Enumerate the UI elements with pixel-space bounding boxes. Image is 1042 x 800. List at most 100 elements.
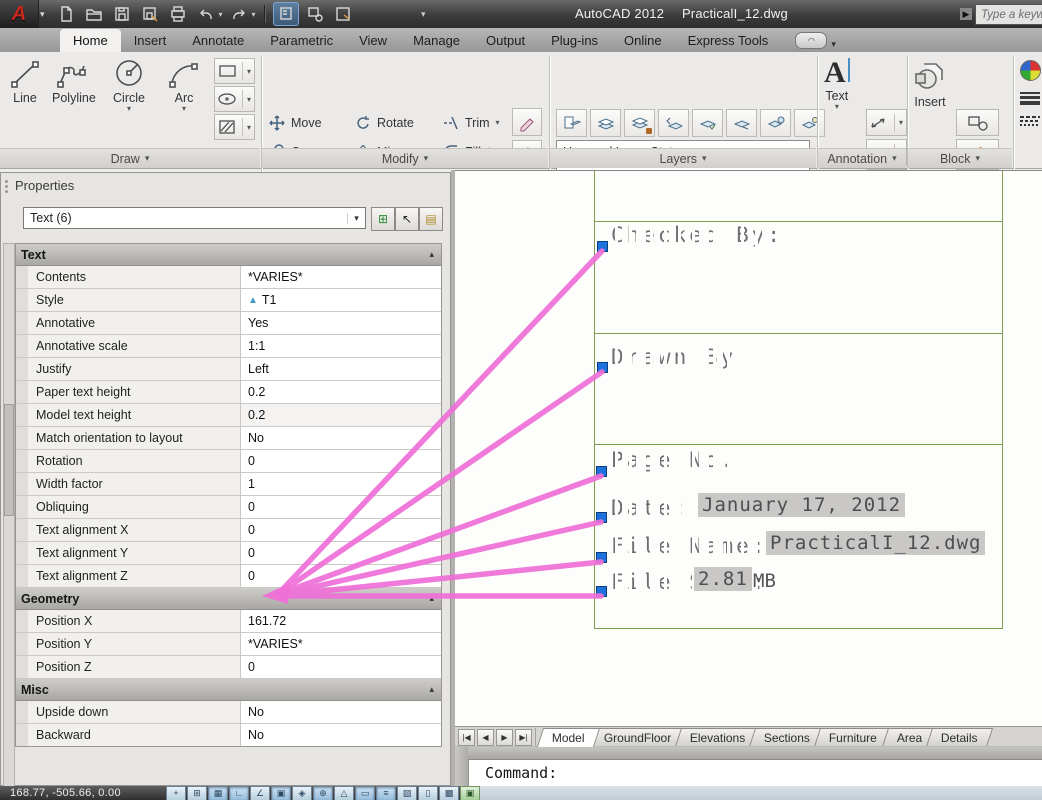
grid-display-toggle[interactable]: ▦ [208, 786, 228, 800]
arc-dropdown-caret-icon[interactable]: ▾ [182, 105, 186, 113]
drawing-area[interactable]: Checked By: Drawn By: Page No.: Date: Ja… [455, 170, 1042, 727]
file-name-label-text[interactable]: File Name: [611, 534, 767, 558]
tab-annotate[interactable]: Annotate [179, 29, 257, 52]
move-button[interactable]: Move [268, 114, 354, 132]
annotation-panel-label[interactable]: Annotation ▾ [818, 148, 906, 168]
lineweight-toggle[interactable]: ≡ [376, 786, 396, 800]
trim-caret-icon[interactable]: ▾ [496, 118, 500, 127]
date-label-text[interactable]: Date: [611, 496, 689, 520]
3d-object-snap-toggle[interactable]: ◈ [292, 786, 312, 800]
redo-button[interactable] [227, 3, 251, 25]
quick-properties-toggle[interactable]: ▯ [418, 786, 438, 800]
select-objects-button[interactable]: ↖ [395, 207, 419, 231]
prev-layout-button[interactable]: ◀ [477, 729, 494, 746]
page-no-text[interactable]: Page No.: [611, 448, 752, 472]
ribbon-minimize-button[interactable]: ◠ [795, 32, 828, 49]
application-menu-button[interactable]: A [0, 0, 39, 28]
palette-grip[interactable] [5, 180, 8, 193]
section-header-misc[interactable]: Misc ▴ [16, 679, 441, 701]
dynamic-input-toggle[interactable]: ▭ [355, 786, 375, 800]
file-name-field-text[interactable]: PracticalI_12.dwg [766, 531, 986, 555]
draw-panel-label[interactable]: Draw ▾ [0, 148, 260, 168]
layer-off-button[interactable] [794, 109, 825, 137]
tab-view[interactable]: View [346, 29, 400, 52]
tab-online[interactable]: Online [611, 29, 675, 52]
tab-home[interactable]: Home [60, 29, 121, 52]
layer-states-button[interactable] [590, 109, 621, 137]
new-file-button[interactable] [54, 3, 78, 25]
layer-isolate-button[interactable] [760, 109, 791, 137]
lineweight-icon[interactable] [1020, 90, 1040, 107]
grip-file-name[interactable] [596, 552, 607, 563]
undo-button[interactable] [194, 3, 218, 25]
layout-tab-furniture[interactable]: Furniture [814, 728, 893, 747]
grip-page-no[interactable] [596, 466, 607, 477]
layout-tab-model[interactable]: Model [536, 728, 600, 747]
match-layer-button[interactable] [726, 109, 757, 137]
property-row-style[interactable]: Style ▲ T1 [16, 289, 441, 312]
rotate-button[interactable]: Rotate [354, 114, 442, 132]
save-button[interactable] [110, 3, 134, 25]
layer-freeze-button[interactable] [624, 109, 655, 137]
annotation-monitor-toggle[interactable]: ▣ [460, 786, 480, 800]
application-menu-caret-icon[interactable]: ▾ [40, 9, 45, 20]
polar-tracking-toggle[interactable]: ∠ [250, 786, 270, 800]
selection-cycling-toggle[interactable]: ▩ [439, 786, 459, 800]
next-layout-button[interactable]: ▶ [496, 729, 513, 746]
tab-output[interactable]: Output [473, 29, 538, 52]
tab-insert[interactable]: Insert [121, 29, 180, 52]
circle-tool-button[interactable]: Circle ▾ [112, 58, 146, 113]
section-header-geometry[interactable]: Geometry ▴ [16, 588, 441, 610]
property-row-text-alignment-y[interactable]: Text alignment Y0 [16, 542, 441, 565]
selection-type-combo[interactable]: Text (6) ▾ [23, 207, 366, 229]
property-row-backward[interactable]: Backward No [16, 724, 441, 746]
ribbon-minimize-caret-icon[interactable]: ▾ [831, 39, 836, 50]
help-search-input[interactable]: Type a keyw [975, 4, 1042, 25]
property-row-width-factor[interactable]: Width factor 1 [16, 473, 441, 496]
property-row-obliquing[interactable]: Obliquing 0 [16, 496, 441, 519]
command-window-grip[interactable] [455, 747, 469, 787]
section-header-text[interactable]: Text ▴ [16, 244, 441, 266]
text-caret-icon[interactable]: ▾ [835, 103, 839, 111]
layer-properties-button[interactable] [556, 109, 587, 137]
drawn-by-text[interactable]: Drawn By: [611, 345, 752, 369]
clean-screen-button[interactable] [303, 3, 327, 25]
open-file-button[interactable] [82, 3, 106, 25]
toggle-pickadd-button[interactable]: ⊞ [371, 207, 395, 231]
grip-drawn-by[interactable] [597, 362, 608, 373]
transparency-toggle[interactable]: ▨ [397, 786, 417, 800]
property-row-rotation[interactable]: Rotation 0 [16, 450, 441, 473]
grip-file-size[interactable] [596, 586, 607, 597]
workspace-toggle-button[interactable] [272, 2, 299, 26]
redo-caret-icon[interactable]: ▾ [252, 10, 256, 19]
property-row-model-text-height[interactable]: Model text height 0.2 [16, 404, 441, 427]
search-arrow-icon[interactable]: ▶ [960, 8, 972, 20]
modify-panel-label[interactable]: Modify ▾ [262, 148, 548, 168]
save-as-button[interactable] [138, 3, 162, 25]
selection-combo-caret-icon[interactable]: ▾ [347, 212, 365, 224]
tab-express-tools[interactable]: Express Tools [675, 29, 782, 52]
property-row-justify[interactable]: Justify Left [16, 358, 441, 381]
infer-constraints-toggle[interactable]: + [166, 786, 186, 800]
command-window[interactable]: Command: [455, 746, 1042, 787]
command-prompt[interactable]: Command: [485, 764, 557, 782]
property-row-paper-text-height[interactable]: Paper text height 0.2 [16, 381, 441, 404]
color-wheel-icon[interactable] [1020, 60, 1041, 81]
tab-parametric[interactable]: Parametric [257, 29, 346, 52]
first-layout-button[interactable]: |◀ [458, 729, 475, 746]
ortho-mode-toggle[interactable]: ∟ [229, 786, 249, 800]
layer-previous-button[interactable] [658, 109, 689, 137]
make-current-button[interactable] [692, 109, 723, 137]
property-row-position-x[interactable]: Position X 161.72 [16, 610, 441, 633]
property-row-annotative-scale[interactable]: Annotative scale 1:1 [16, 335, 441, 358]
insert-block-button[interactable]: Insert [912, 60, 948, 109]
property-row-annotative[interactable]: Annotative Yes [16, 312, 441, 335]
grip-date[interactable] [596, 512, 607, 523]
polyline-tool-button[interactable]: Polyline [52, 58, 96, 105]
property-row-text-alignment-x[interactable]: Text alignment X0 [16, 519, 441, 542]
quick-select-button[interactable]: ▤ [419, 207, 443, 231]
create-block-button[interactable] [956, 109, 1000, 136]
command-history-splitter[interactable] [468, 747, 1042, 760]
plot-button[interactable] [166, 3, 190, 25]
property-row-text-alignment-z[interactable]: Text alignment Z0 [16, 565, 441, 588]
